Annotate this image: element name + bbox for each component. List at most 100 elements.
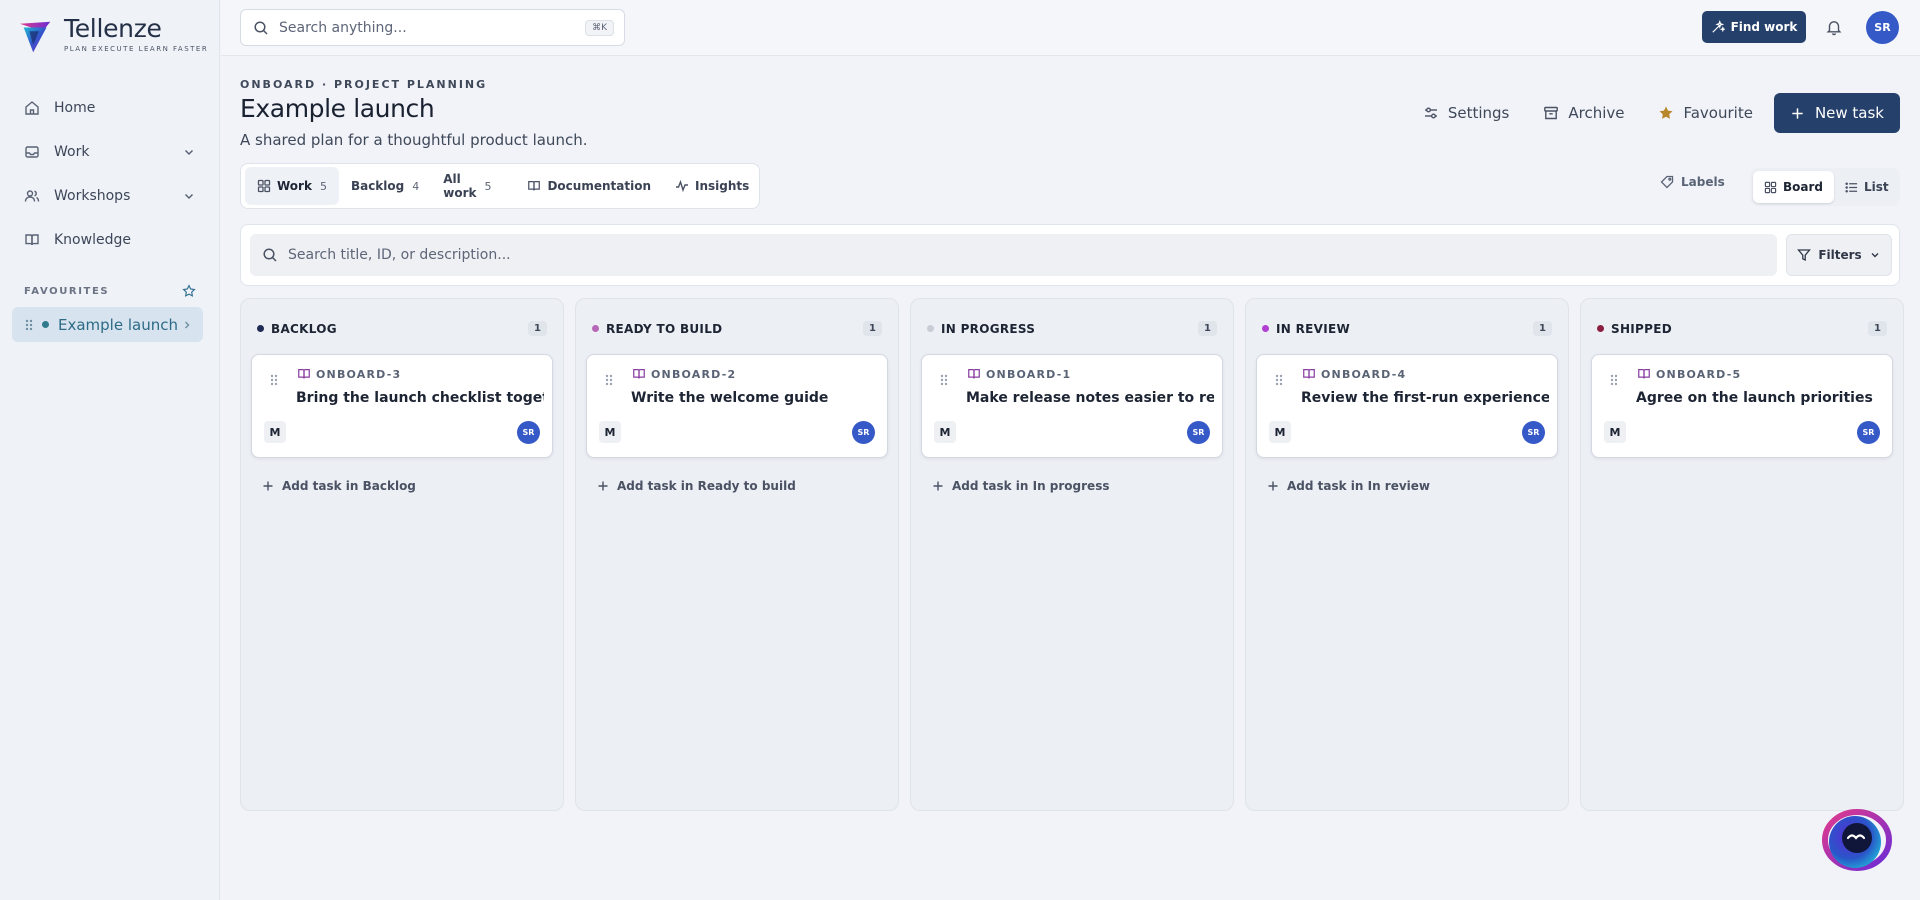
column-title: READY TO BUILD [606, 321, 723, 336]
task-id: ONBOARD-4 [1321, 368, 1407, 381]
sidebar-item-label: Home [54, 100, 96, 116]
column-header: IN REVIEW 1 [1262, 321, 1552, 336]
task-size-badge[interactable]: M [264, 421, 286, 443]
task-card[interactable]: ONBOARD-3 Bring the launch checklist tog… [251, 354, 553, 458]
assignee-avatar[interactable]: SR [1187, 421, 1210, 444]
book-open-icon [968, 369, 980, 379]
assistant-orb-icon[interactable] [1817, 802, 1897, 874]
add-task-button[interactable]: Add task in Backlog [262, 479, 416, 493]
assignee-avatar[interactable]: SR [852, 421, 875, 444]
plus-icon [598, 481, 608, 491]
add-task-label: Add task in Ready to build [617, 479, 796, 493]
column-status-dot [257, 325, 264, 332]
tab-documentation[interactable]: Documentation [515, 167, 663, 205]
home-icon [25, 101, 39, 115]
filters-button[interactable]: Filters [1786, 234, 1892, 276]
sidebar-item-label: Work [54, 144, 90, 160]
add-task-button[interactable]: Add task in In progress [932, 479, 1109, 493]
favourite-label: Favourite [1683, 104, 1753, 122]
sidebar-item-knowledge[interactable]: Knowledge [12, 218, 208, 262]
tab-work[interactable]: Work 5 [245, 167, 339, 205]
task-card[interactable]: ONBOARD-2 Write the welcome guide M SR [586, 354, 888, 458]
task-size-badge[interactable]: M [599, 421, 621, 443]
settings-button[interactable]: Settings [1406, 93, 1527, 133]
task-id: ONBOARD-2 [651, 368, 737, 381]
app-name: Tellenze [64, 14, 162, 43]
assignee-avatar[interactable]: SR [1857, 421, 1880, 444]
tab-label: Work [277, 179, 312, 193]
drag-handle-icon[interactable] [604, 373, 614, 387]
drag-handle-icon[interactable] [269, 373, 279, 387]
tab-backlog[interactable]: Backlog 4 [339, 167, 431, 205]
grid-icon [257, 179, 271, 193]
tab-insights[interactable]: Insights [663, 167, 761, 205]
column-status-dot [1262, 325, 1269, 332]
archive-label: Archive [1568, 104, 1625, 122]
drag-handle-icon[interactable] [1609, 373, 1619, 387]
logo-mark-icon [19, 21, 51, 53]
view-list-button[interactable]: List [1834, 171, 1900, 203]
drag-handle-icon[interactable] [1274, 373, 1284, 387]
sidebar-item-work[interactable]: Work [12, 130, 208, 174]
add-task-label: Add task in Backlog [282, 479, 416, 493]
star-outline-icon[interactable] [182, 284, 196, 298]
chevron-down-icon[interactable] [182, 145, 196, 159]
column-status-dot [592, 325, 599, 332]
project-color-dot [42, 321, 49, 328]
chevron-right-icon[interactable] [181, 319, 193, 331]
task-card[interactable]: ONBOARD-5 Agree on the launch priorities… [1591, 354, 1893, 458]
user-avatar[interactable]: SR [1866, 11, 1899, 44]
breadcrumb: ONBOARD · PROJECT PLANNING [240, 78, 488, 91]
task-card[interactable]: ONBOARD-4 Review the first-run experienc… [1256, 354, 1558, 458]
task-title[interactable]: Bring the launch checklist together [296, 390, 544, 406]
drag-handle-icon[interactable] [24, 318, 34, 332]
assignee-avatar[interactable]: SR [517, 421, 540, 444]
archive-button[interactable]: Archive [1526, 93, 1641, 133]
global-search[interactable]: ⌘K [240, 9, 625, 46]
header-actions: Settings Archive Favourite New task [1406, 93, 1900, 133]
task-search-input[interactable] [288, 247, 1765, 263]
tag-icon [1660, 175, 1674, 189]
task-title[interactable]: Write the welcome guide [631, 390, 879, 406]
plus-icon [1792, 107, 1803, 119]
task-size-badge[interactable]: M [1604, 421, 1626, 443]
app-tagline: PLAN EXECUTE LEARN FASTER [64, 45, 209, 53]
task-title[interactable]: Make release notes easier to review [966, 390, 1214, 406]
global-search-input[interactable] [279, 19, 586, 36]
drag-handle-icon[interactable] [939, 373, 949, 387]
favourite-item-example-launch[interactable]: Example launch [12, 307, 203, 342]
view-board-button[interactable]: Board [1753, 171, 1834, 203]
task-card[interactable]: ONBOARD-1 Make release notes easier to r… [921, 354, 1223, 458]
column-header: IN PROGRESS 1 [927, 321, 1217, 336]
new-task-button[interactable]: New task [1773, 93, 1900, 133]
settings-label: Settings [1447, 104, 1510, 122]
add-task-button[interactable]: Add task in In review [1267, 479, 1430, 493]
assignee-avatar[interactable]: SR [1522, 421, 1545, 444]
sidebar-nav: Home Work Workshops Knowledge [12, 86, 208, 262]
sidebar-item-label: Workshops [54, 188, 131, 204]
task-title[interactable]: Review the first-run experience [1301, 390, 1549, 406]
favourite-button[interactable]: Favourite [1641, 93, 1769, 133]
task-size-badge[interactable]: M [934, 421, 956, 443]
chevron-down-icon[interactable] [182, 189, 196, 203]
task-title[interactable]: Agree on the launch priorities [1636, 390, 1884, 406]
column-status-dot [1597, 325, 1604, 332]
add-task-button[interactable]: Add task in Ready to build [597, 479, 796, 493]
book-open-icon [633, 369, 645, 379]
bell-icon[interactable] [1825, 18, 1843, 36]
plus-icon [1268, 481, 1278, 491]
book-icon [528, 181, 541, 191]
column-header: BACKLOG 1 [257, 321, 547, 336]
topbar: ⌘K Find work SR [221, 0, 1920, 56]
book-open-icon [1303, 369, 1315, 379]
tab-all-work[interactable]: All work 5 [431, 167, 503, 205]
task-search[interactable] [250, 234, 1777, 276]
sidebar-item-workshops[interactable]: Workshops [12, 174, 208, 218]
sidebar-item-home[interactable]: Home [12, 86, 208, 130]
filters-label: Filters [1818, 248, 1862, 262]
task-size-badge[interactable]: M [1269, 421, 1291, 443]
labels-button[interactable]: Labels [1660, 175, 1725, 189]
app-logo[interactable]: Tellenze PLAN EXECUTE LEARN FASTER [18, 14, 208, 56]
find-work-button[interactable]: Find work [1702, 11, 1806, 43]
tab-count: 4 [412, 179, 420, 193]
